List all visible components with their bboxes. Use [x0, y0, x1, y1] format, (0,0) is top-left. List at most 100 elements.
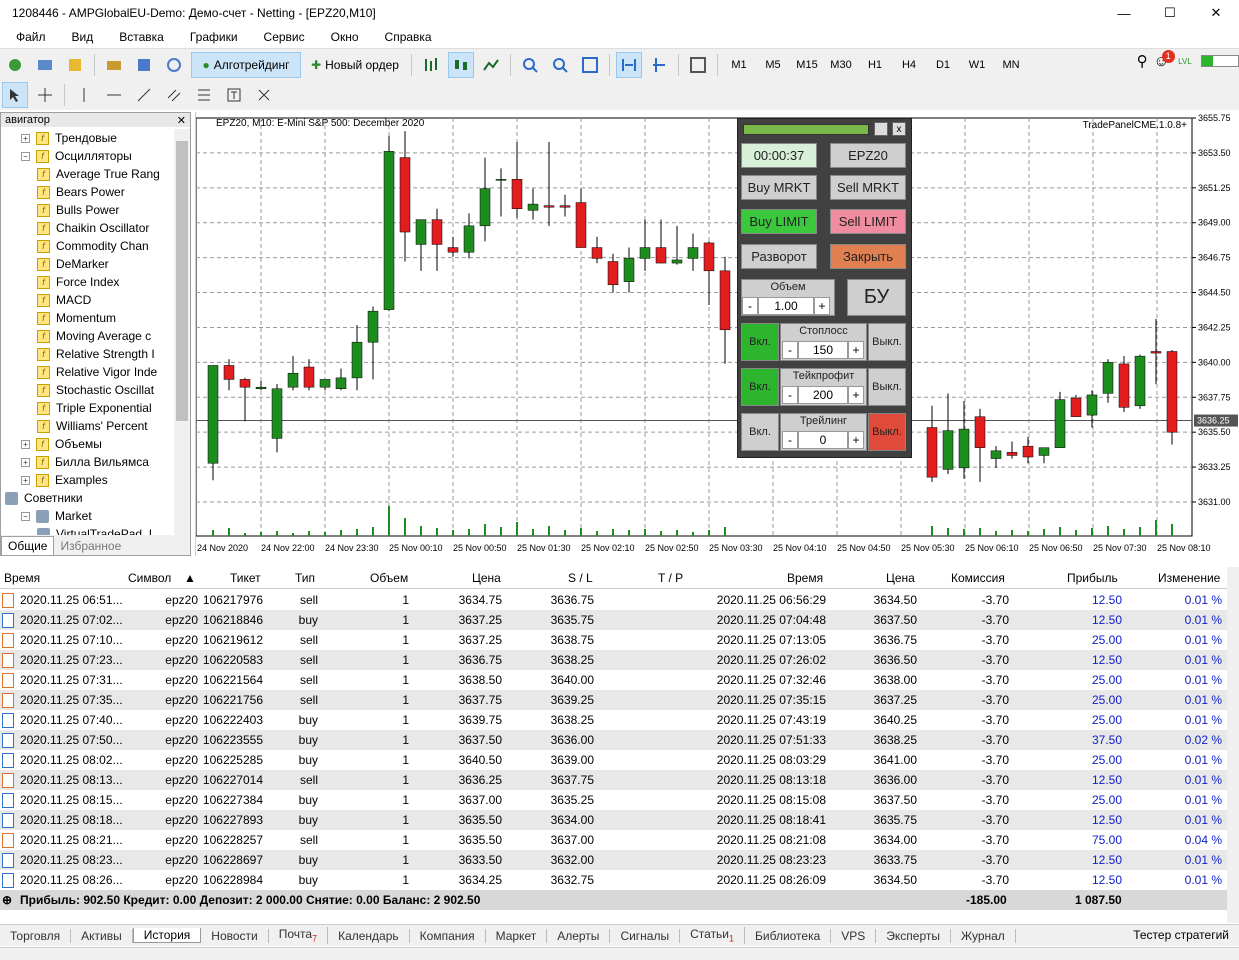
tp-value[interactable]: 200 [798, 386, 848, 404]
navigator-item[interactable]: + f Билла Вильямса [1, 453, 174, 471]
toolbox-tab[interactable]: Календарь [328, 928, 410, 943]
tf-d1[interactable]: D1 [928, 52, 958, 78]
navigator-item[interactable]: f Williams' Percent [1, 417, 174, 435]
toolbox-tab[interactable]: Маркет [486, 928, 548, 943]
table-row[interactable]: 2020.11.25 07:23... epz20 106220583 sell 1 36… [0, 650, 1227, 670]
fibo-icon[interactable] [191, 82, 217, 108]
expand-icon[interactable]: + [21, 457, 30, 467]
navigator-item[interactable]: f Triple Exponential [1, 399, 174, 417]
menu-help[interactable]: Справка [369, 30, 442, 44]
zoom-in-icon[interactable] [517, 52, 543, 78]
table-row[interactable]: 2020.11.25 08:13... epz20 106227014 sell 1 36… [0, 770, 1227, 790]
volume-plus-button[interactable]: + [814, 297, 830, 315]
terminal-icon[interactable] [131, 52, 157, 78]
table-row[interactable]: 2020.11.25 08:15... epz20 106227384 buy 1 363… [0, 790, 1227, 810]
close-icon[interactable]: ✕ [1193, 0, 1239, 26]
expand-icon[interactable]: + [21, 439, 30, 449]
toolbox-tab[interactable]: История [132, 928, 202, 943]
new-order-button[interactable]: ✚ Новый ордер [305, 52, 405, 78]
toolbox-tab[interactable]: Алерты [547, 928, 611, 943]
navigator-item[interactable]: Советники [1, 489, 174, 507]
trail-off-button[interactable]: Выкл. [868, 413, 906, 451]
tf-h1[interactable]: H1 [860, 52, 890, 78]
navigator-item[interactable]: − Market [1, 507, 174, 525]
table-row[interactable]: 2020.11.25 07:10... epz20 106219612 sell 1 36… [0, 630, 1227, 650]
navigator-item[interactable]: f Moving Average c [1, 327, 174, 345]
col-profit[interactable]: Прибыль [1067, 571, 1118, 585]
table-row[interactable]: 2020.11.25 08:18... epz20 106227893 buy 1 363… [0, 810, 1227, 830]
menu-charts[interactable]: Графики [174, 30, 248, 44]
navigator-icon[interactable] [101, 52, 127, 78]
market-watch-icon[interactable] [62, 52, 88, 78]
cursor-icon[interactable] [2, 82, 28, 108]
toolbox-tab[interactable]: Журнал [951, 928, 1016, 943]
menu-tools[interactable]: Сервис [248, 30, 315, 44]
navigator-item[interactable]: f Chaikin Oscillator [1, 219, 174, 237]
trail-plus-button[interactable]: + [848, 431, 864, 449]
profiles-icon[interactable] [32, 52, 58, 78]
line-chart-icon[interactable] [478, 52, 504, 78]
sl-minus-button[interactable]: - [782, 341, 798, 359]
algotrading-button[interactable]: ● Алготрейдинг [191, 51, 301, 78]
bar-chart-icon[interactable] [418, 52, 444, 78]
toolbox-tab[interactable]: Библиотека [745, 928, 832, 943]
tf-m1[interactable]: M1 [724, 52, 754, 78]
channel-icon[interactable] [161, 82, 187, 108]
tab-favorites[interactable]: Избранное [54, 537, 127, 555]
close-all-button[interactable]: Закрыть [830, 244, 906, 269]
maximize-icon[interactable]: ☐ [1147, 0, 1193, 26]
expand-icon[interactable]: − [21, 511, 30, 521]
tf-w1[interactable]: W1 [962, 52, 992, 78]
navigator-item[interactable]: VirtualTradePad_I [1, 525, 174, 535]
toolbox-tab[interactable]: Торговля [0, 928, 72, 943]
table-row[interactable]: 2020.11.25 07:02... epz20 106218846 buy 1 363… [0, 610, 1227, 630]
trail-stepper[interactable]: - 0 + [782, 431, 864, 449]
tf-m15[interactable]: M15 [792, 52, 822, 78]
toolbox-tab[interactable]: Эксперты [876, 928, 952, 943]
table-row[interactable]: 2020.11.25 08:21... epz20 106228257 sell 1 36… [0, 830, 1227, 850]
sl-off-button[interactable]: Выкл. [868, 323, 906, 361]
menu-window[interactable]: Окно [315, 30, 369, 44]
navigator-item[interactable]: f MACD [1, 291, 174, 309]
col-type[interactable]: Тип [295, 571, 315, 585]
toolbox-tab[interactable]: Активы [71, 928, 133, 943]
new-chart-icon[interactable] [2, 52, 28, 78]
tp-minus-button[interactable]: - [782, 386, 798, 404]
navigator-item[interactable]: f Force Index [1, 273, 174, 291]
toolbox-tab[interactable]: VPS [831, 928, 877, 943]
col-tp[interactable]: T / P [658, 571, 683, 585]
navigator-item[interactable]: + f Трендовые [1, 129, 174, 147]
buy-limit-button[interactable]: Buy LIMIT [741, 209, 817, 234]
menu-view[interactable]: Вид [56, 30, 104, 44]
trail-value[interactable]: 0 [798, 431, 848, 449]
volume-stepper[interactable]: - 1.00 + [742, 297, 830, 315]
reverse-button[interactable]: Разворот [741, 244, 817, 269]
candles-icon[interactable] [448, 51, 474, 78]
tp-plus-button[interactable]: + [848, 386, 864, 404]
navigator-scrollbar[interactable] [174, 129, 190, 535]
col-ticket[interactable]: Тикет [230, 571, 261, 585]
col-close-time[interactable]: Время [787, 571, 823, 585]
navigator-item[interactable]: + f Объемы [1, 435, 174, 453]
navigator-item[interactable]: + f Examples [1, 471, 174, 489]
col-volume[interactable]: Объем [370, 571, 408, 585]
expand-icon[interactable]: − [21, 151, 30, 161]
table-row[interactable]: 2020.11.25 07:31... epz20 106221564 sell 1 36… [0, 670, 1227, 690]
volume-minus-button[interactable]: - [742, 297, 758, 315]
panel-minimize-button[interactable] [874, 122, 888, 136]
table-row[interactable]: 2020.11.25 08:23... epz20 106228697 buy 1 363… [0, 850, 1227, 870]
navigator-item[interactable]: f Bears Power [1, 183, 174, 201]
table-row[interactable]: 2020.11.25 08:26... epz20 106228984 buy 1 363… [0, 870, 1227, 890]
zoom-out-icon[interactable] [547, 52, 573, 78]
tp-stepper[interactable]: - 200 + [782, 386, 864, 404]
chart-shift-icon[interactable] [646, 52, 672, 78]
col-open-time[interactable]: Время [4, 571, 40, 585]
minimize-icon[interactable]: — [1101, 0, 1147, 26]
vertical-line-icon[interactable] [71, 82, 97, 108]
buy-market-button[interactable]: Buy MRKT [741, 175, 817, 200]
toolbox-tab[interactable]: Почта7 [269, 927, 329, 944]
sl-stepper[interactable]: - 150 + [782, 341, 864, 359]
table-row[interactable]: 2020.11.25 07:35... epz20 106221756 sell 1 36… [0, 690, 1227, 710]
tab-common[interactable]: Общие [1, 536, 55, 555]
expand-icon[interactable]: + [21, 133, 30, 143]
